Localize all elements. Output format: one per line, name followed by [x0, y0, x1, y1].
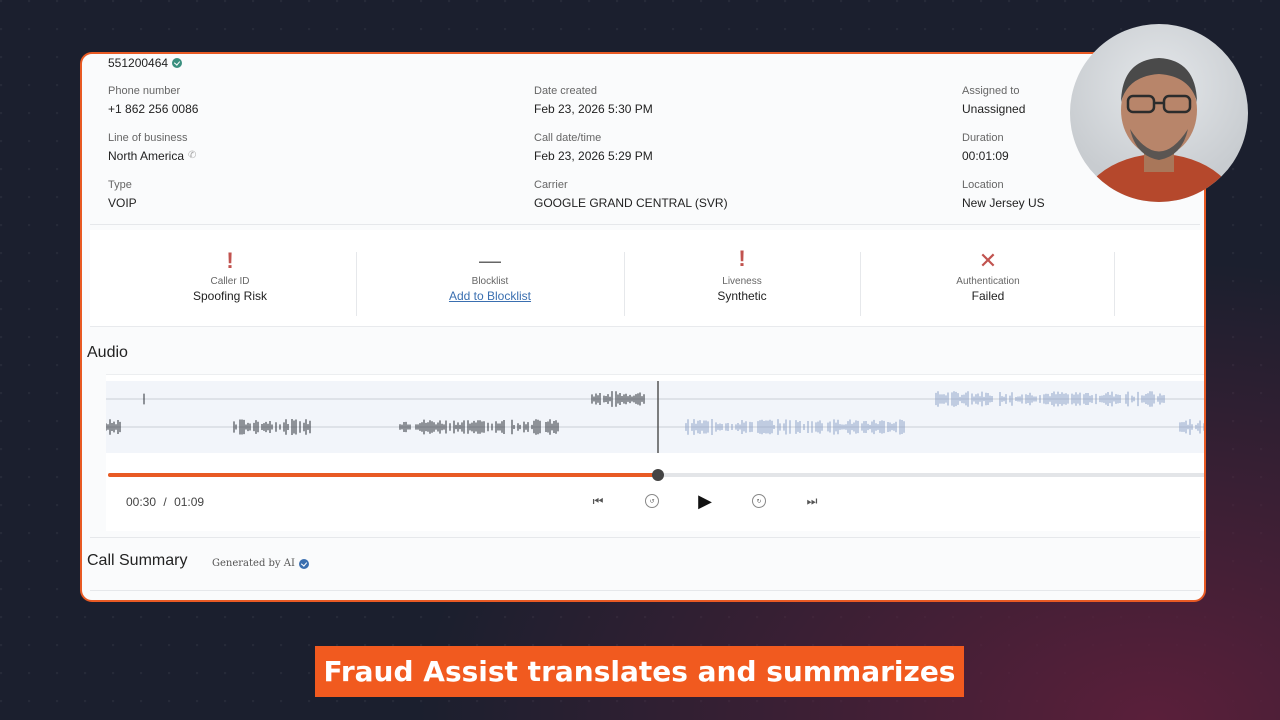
risk-liveness: ! Liveness Synthetic — [682, 246, 802, 303]
field-type: Type VOIP — [108, 178, 137, 211]
section-divider — [90, 224, 1200, 225]
time-readout: 00:30 / 01:09 — [126, 495, 205, 509]
field-carrier: Carrier GOOGLE GRAND CENTRAL (SVR) — [534, 178, 728, 211]
field-value[interactable]: Unassigned — [962, 101, 1025, 117]
separator — [860, 252, 861, 316]
field-assigned-to: Assigned to Unassigned — [962, 84, 1025, 117]
field-line-of-business: Line of business North America ✆ — [108, 131, 196, 164]
field-date-created: Date created Feb 23, 2026 5:30 PM — [534, 84, 653, 117]
field-value: New Jersey US — [962, 196, 1045, 210]
video-caption: Fraud Assist translates and summarizes — [315, 646, 964, 697]
phone-icon[interactable]: ✆ — [188, 148, 196, 164]
field-label: Carrier — [534, 179, 568, 191]
forward-icon: ↻ — [752, 494, 766, 508]
add-to-blocklist-link[interactable]: Add to Blocklist — [430, 289, 550, 303]
section-divider — [90, 590, 1200, 591]
audio-section-title: Audio — [87, 344, 128, 361]
alert-icon: ! — [738, 246, 746, 271]
separator — [1114, 252, 1115, 316]
ai-generated-tag: Generated by AI — [212, 558, 309, 569]
dash-icon: — — [479, 248, 501, 273]
field-value: North America ✆ — [108, 148, 197, 164]
section-divider — [90, 537, 1200, 538]
record-id: 551200464 — [108, 56, 183, 70]
verified-icon — [172, 58, 183, 68]
field-duration: Duration 00:01:09 — [962, 131, 1009, 164]
risk-label: Caller ID — [210, 276, 250, 287]
field-label: Duration — [962, 132, 1004, 144]
field-value: GOOGLE GRAND CENTRAL (SVR) — [534, 196, 728, 210]
risk-blocklist: — Blocklist Add to Blocklist — [430, 248, 550, 303]
risk-authentication: ✕ Authentication Failed — [928, 248, 1048, 303]
play-icon: ▶ — [698, 490, 712, 511]
progress-bar[interactable] — [108, 469, 1204, 481]
app-window: 551200464 Phone number +1 862 256 0086 L… — [80, 52, 1206, 602]
field-label: Date created — [534, 85, 597, 97]
risk-indicators: ! Caller ID Spoofing Risk — Blocklist Ad… — [90, 230, 1204, 327]
field-value: 00:01:09 — [962, 149, 1009, 163]
risk-value: Spoofing Risk — [192, 289, 268, 303]
rewind-icon: ↺ — [645, 494, 659, 508]
risk-label: Blocklist — [471, 276, 509, 287]
waveform[interactable] — [105, 381, 1206, 453]
next-track-button[interactable]: ⏭ — [802, 491, 822, 511]
field-location: Location New Jersey US — [962, 178, 1045, 211]
risk-label: Liveness — [722, 276, 762, 287]
progress-handle[interactable] — [652, 469, 664, 481]
field-value[interactable]: +1 862 256 0086 — [108, 101, 198, 117]
call-summary-title: Call Summary — [87, 552, 188, 569]
current-time: 00:30 — [126, 495, 157, 509]
previous-track-button[interactable]: ⏮ — [588, 491, 608, 511]
presenter-video — [1070, 24, 1248, 202]
waveform-area[interactable] — [105, 381, 1206, 453]
audio-player: 00:30 / 01:09 ⏮ ↺ ▶ ↻ ⏭ — [105, 374, 1206, 531]
field-label: Location — [962, 179, 1004, 191]
field-label: Phone number — [108, 85, 181, 97]
info-icon[interactable] — [298, 558, 309, 569]
field-value: Feb 23, 2026 5:30 PM — [534, 102, 653, 116]
record-id-text: 551200464 — [108, 56, 169, 70]
forward-button[interactable]: ↻ — [749, 491, 769, 511]
alert-icon: ! — [226, 248, 234, 273]
field-label: Line of business — [108, 132, 188, 144]
field-call-datetime: Call date/time Feb 23, 2026 5:29 PM — [534, 131, 653, 164]
risk-value: Failed — [971, 289, 1005, 303]
risk-caller-id: ! Caller ID Spoofing Risk — [170, 248, 290, 303]
field-label: Type — [108, 179, 132, 191]
field-label: Call date/time — [534, 132, 602, 144]
field-value: VOIP — [108, 196, 137, 210]
skip-next-icon: ⏭ — [806, 493, 818, 508]
skip-previous-icon: ⏮ — [592, 493, 604, 508]
risk-value: Synthetic — [717, 289, 767, 303]
progress-fill — [108, 473, 658, 477]
separator — [356, 252, 357, 316]
play-button[interactable]: ▶ — [695, 491, 715, 511]
risk-label: Authentication — [956, 276, 1020, 287]
close-icon: ✕ — [978, 248, 998, 273]
field-phone-number: Phone number +1 862 256 0086 — [108, 84, 198, 117]
field-value: Feb 23, 2026 5:29 PM — [534, 149, 653, 163]
presenter-avatar — [1078, 58, 1240, 202]
field-label: Assigned to — [962, 85, 1020, 97]
rewind-button[interactable]: ↺ — [642, 491, 662, 511]
total-time: 01:09 — [174, 495, 205, 509]
separator — [624, 252, 625, 316]
